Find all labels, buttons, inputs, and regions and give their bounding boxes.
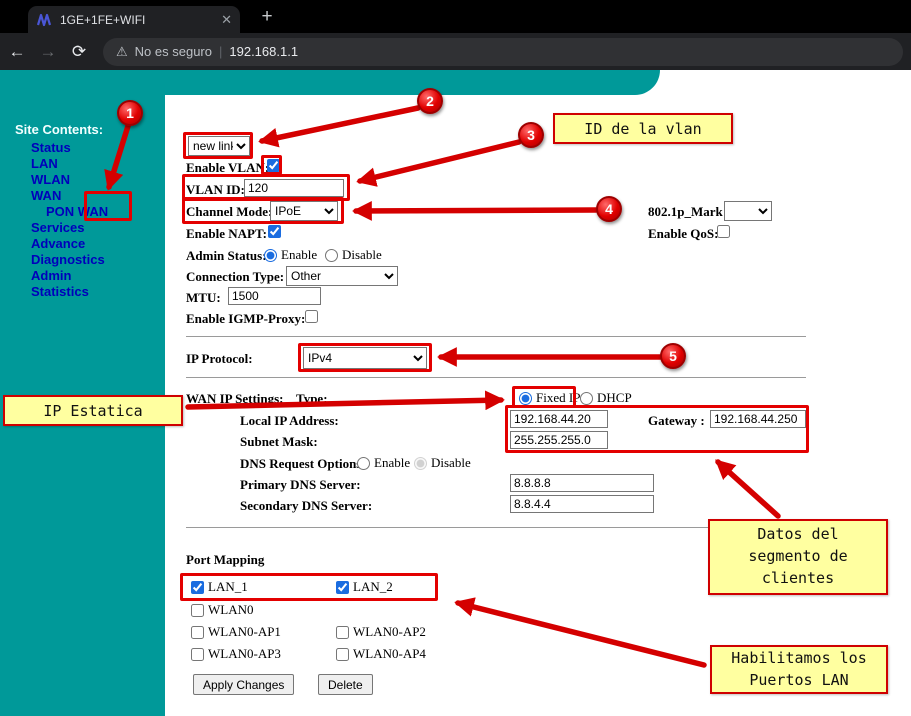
port-wlan0-label: WLAN0: [208, 602, 254, 618]
port-lan1-label: LAN_1: [208, 579, 248, 595]
igmp-proxy-checkbox[interactable]: [305, 310, 318, 323]
mtu-input[interactable]: [228, 287, 321, 305]
new-tab-button[interactable]: +: [254, 4, 280, 30]
local-ip-label: Local IP Address:: [240, 413, 339, 429]
channel-mode-label: Channel Mode:: [186, 204, 272, 220]
port-wlan0-ap4-label: WLAN0-AP4: [353, 646, 426, 662]
port-wlan0-ap1-checkbox[interactable]: [191, 626, 204, 639]
enable-vlan-label: Enable VLAN:: [186, 160, 269, 176]
sidebar-item-admin[interactable]: Admin: [0, 268, 165, 284]
port-wlan0-ap4-checkbox[interactable]: [336, 648, 349, 661]
port-wlan0-ap1-label: WLAN0-AP1: [208, 624, 281, 640]
gateway-label: Gateway :: [648, 413, 705, 429]
admin-status-label: Admin Status:: [186, 248, 267, 264]
mark-label: 802.1p_Mark: [648, 204, 723, 220]
tab-close-icon[interactable]: ✕: [221, 12, 232, 28]
subnet-mask-label: Subnet Mask:: [240, 434, 318, 450]
port-wlan0-checkbox[interactable]: [191, 604, 204, 617]
local-ip-input[interactable]: [510, 410, 608, 428]
mark-select[interactable]: [724, 201, 772, 221]
connection-type-select[interactable]: Other: [286, 266, 398, 286]
delete-button[interactable]: Delete: [318, 674, 373, 695]
sidebar-title: Site Contents:: [15, 122, 103, 137]
channel-mode-select[interactable]: IPoE: [270, 201, 338, 221]
dhcp-radio[interactable]: [580, 392, 593, 405]
security-label: No es seguro: [135, 44, 212, 59]
enable-qos-checkbox[interactable]: [717, 225, 730, 238]
port-wlan0-ap2-label: WLAN0-AP2: [353, 624, 426, 640]
admin-enable-radio[interactable]: [264, 249, 277, 262]
divider: [186, 377, 806, 378]
back-button[interactable]: ←: [3, 42, 31, 62]
subnet-mask-input[interactable]: [510, 431, 608, 449]
wan-config-form: new link Enable VLAN: VLAN ID: Channel M…: [186, 130, 831, 716]
admin-disable-text: Disable: [342, 247, 382, 263]
sidebar-item-status[interactable]: Status: [0, 140, 165, 156]
sidebar: Site Contents: Status LAN WLAN WAN PON W…: [0, 70, 165, 716]
port-wlan0-ap3-checkbox[interactable]: [191, 648, 204, 661]
gateway-input[interactable]: [710, 410, 806, 428]
sidebar-item-wlan[interactable]: WLAN: [0, 172, 165, 188]
sidebar-item-advance[interactable]: Advance: [0, 236, 165, 252]
link-select[interactable]: new link: [188, 136, 250, 156]
dhcp-text: DHCP: [597, 390, 632, 406]
secondary-dns-input[interactable]: [510, 495, 654, 513]
enable-napt-label: Enable NAPT:: [186, 226, 267, 242]
divider: [186, 527, 806, 528]
wan-ip-settings-label: WAN IP Settings:: [186, 391, 284, 407]
port-lan2-checkbox[interactable]: [336, 581, 349, 594]
sidebar-item-diagnostics[interactable]: Diagnostics: [0, 252, 165, 268]
primary-dns-input[interactable]: [510, 474, 654, 492]
browser-tab-strip: 1GE+1FE+WIFI ✕ +: [0, 0, 911, 33]
port-wlan0-ap2-checkbox[interactable]: [336, 626, 349, 639]
sidebar-nav: Status LAN WLAN WAN PON WAN Services Adv…: [0, 140, 165, 300]
dns-disable-radio[interactable]: [414, 457, 427, 470]
browser-tab[interactable]: 1GE+1FE+WIFI ✕: [28, 6, 240, 33]
dns-disable-text: Disable: [431, 455, 471, 471]
forward-button[interactable]: →: [34, 42, 62, 62]
vlan-id-label: VLAN ID:: [186, 182, 245, 198]
igmp-proxy-label: Enable IGMP-Proxy:: [186, 311, 305, 327]
connection-type-label: Connection Type:: [186, 269, 284, 285]
tab-favicon-icon: [36, 12, 52, 28]
browser-navbar: ← → ⟳ ⚠ No es seguro | 192.168.1.1: [0, 33, 911, 70]
enable-vlan-checkbox[interactable]: [267, 159, 280, 172]
port-wlan0-ap3-label: WLAN0-AP3: [208, 646, 281, 662]
mtu-label: MTU:: [186, 290, 221, 306]
warning-icon: ⚠: [116, 44, 128, 60]
omnibox-separator: |: [219, 44, 222, 59]
sidebar-item-pon-wan[interactable]: PON WAN: [0, 204, 165, 220]
dns-options-label: DNS Request Options:: [240, 456, 366, 472]
reload-button[interactable]: ⟳: [65, 42, 93, 62]
url-text: 192.168.1.1: [229, 44, 298, 59]
sidebar-item-services[interactable]: Services: [0, 220, 165, 236]
fixed-ip-text: Fixed IP: [536, 390, 580, 406]
fixed-ip-radio[interactable]: [519, 392, 532, 405]
port-lan1-checkbox[interactable]: [191, 581, 204, 594]
dns-enable-text: Enable: [374, 455, 410, 471]
admin-enable-text: Enable: [281, 247, 317, 263]
sidebar-item-statistics[interactable]: Statistics: [0, 284, 165, 300]
router-page: Site Contents: Status LAN WLAN WAN PON W…: [0, 70, 911, 716]
sidebar-item-wan[interactable]: WAN: [0, 188, 165, 204]
divider: [186, 336, 806, 337]
screen: 1GE+1FE+WIFI ✕ + ← → ⟳ ⚠ No es seguro | …: [0, 0, 911, 716]
sidebar-item-lan[interactable]: LAN: [0, 156, 165, 172]
primary-dns-label: Primary DNS Server:: [240, 477, 361, 493]
enable-napt-checkbox[interactable]: [268, 225, 281, 238]
dns-enable-radio[interactable]: [357, 457, 370, 470]
admin-disable-radio[interactable]: [325, 249, 338, 262]
address-bar[interactable]: ⚠ No es seguro | 192.168.1.1: [103, 38, 903, 66]
ip-protocol-label: IP Protocol:: [186, 351, 253, 367]
apply-changes-button[interactable]: Apply Changes: [193, 674, 294, 695]
port-mapping-title: Port Mapping: [186, 552, 264, 568]
ip-protocol-select[interactable]: IPv4: [303, 347, 427, 369]
port-lan2-label: LAN_2: [353, 579, 393, 595]
tab-title: 1GE+1FE+WIFI: [60, 13, 213, 27]
secondary-dns-label: Secondary DNS Server:: [240, 498, 372, 514]
enable-qos-label: Enable QoS:: [648, 226, 718, 242]
type-label: Type:: [296, 391, 328, 407]
vlan-id-input[interactable]: [244, 179, 344, 197]
